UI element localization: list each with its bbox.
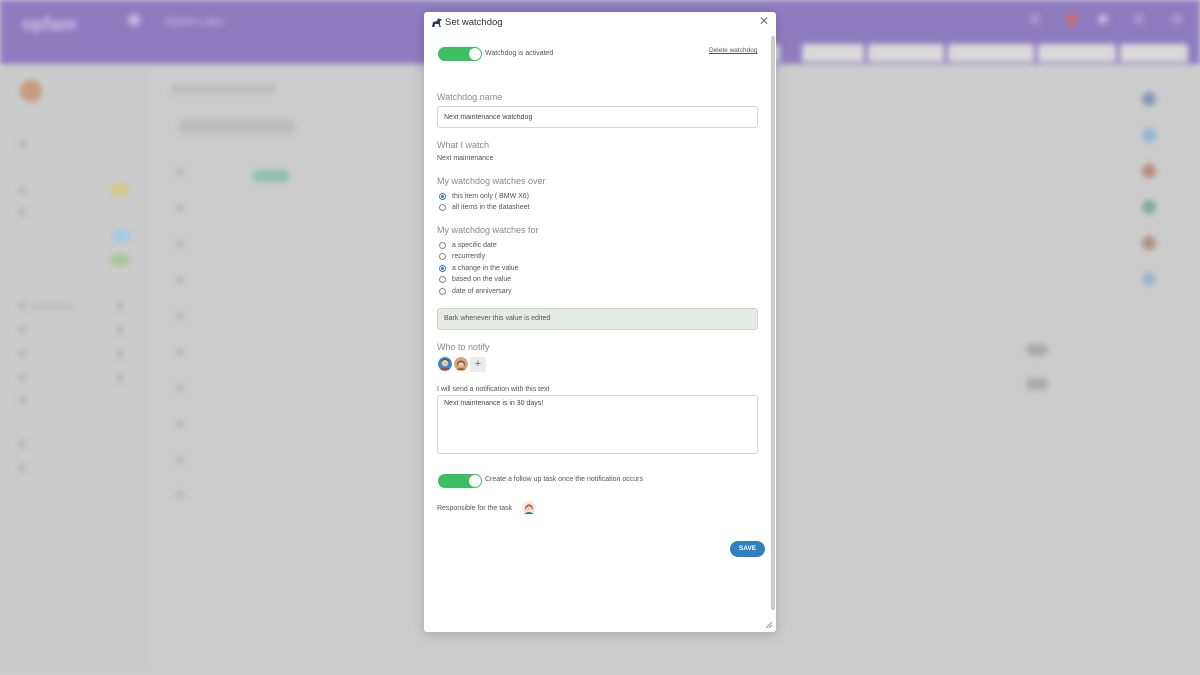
- background-tabs: [720, 44, 1200, 64]
- for-option-specific-date[interactable]: a specific date: [439, 240, 497, 250]
- avatar-image: [522, 501, 536, 515]
- radio-button[interactable]: [439, 287, 446, 295]
- add-recipient-button[interactable]: +: [470, 357, 486, 372]
- name-heading: Watchdog name: [437, 92, 503, 102]
- radio-label: recurrently: [452, 252, 486, 260]
- radio-label: a specific date: [452, 241, 497, 249]
- followup-toggle[interactable]: [438, 474, 482, 488]
- radio-button[interactable]: [439, 241, 446, 249]
- radio-label: a change in the value: [452, 264, 519, 272]
- radio-button[interactable]: [439, 264, 446, 272]
- edit-icon: [1172, 14, 1182, 24]
- watchdog-modal: Set watchdog ✕ Watchdog is activated Del…: [424, 12, 776, 632]
- what-value: Next maintenance: [437, 155, 494, 162]
- avatar[interactable]: [454, 357, 468, 371]
- close-button[interactable]: ✕: [759, 14, 769, 28]
- chat-icon: [1098, 14, 1108, 24]
- modal-title: Set watchdog: [445, 17, 503, 28]
- radio-button[interactable]: [439, 275, 446, 283]
- notification-label: I will send a notification with this tex…: [437, 386, 550, 393]
- avatar[interactable]: [438, 357, 452, 371]
- activated-label: Watchdog is activated: [485, 50, 554, 57]
- info-box: Bark whenever this value is edited: [437, 308, 758, 330]
- radio-label: all items in the datasheet: [452, 203, 530, 211]
- scrollbar-thumb[interactable]: [771, 36, 775, 610]
- for-option-anniversary[interactable]: date of anniversary: [439, 286, 512, 296]
- activated-toggle[interactable]: [438, 47, 482, 61]
- search-icon: [1030, 14, 1040, 24]
- toggle-knob: [469, 48, 481, 60]
- radio-button[interactable]: [439, 252, 446, 260]
- radio-button[interactable]: [439, 203, 446, 211]
- modal-body: Watchdog is activated Delete watchdog Wa…: [424, 36, 770, 632]
- for-option-recurrently[interactable]: recurrently: [439, 251, 485, 261]
- notification-textarea[interactable]: Next maintenance is in 30 days!: [437, 395, 758, 454]
- watchdog-name-input[interactable]: [437, 106, 758, 128]
- responsible-label: Responsible for the task: [437, 505, 513, 512]
- breadcrumb: Option Labs: [164, 16, 224, 28]
- radio-label: date of anniversary: [452, 287, 512, 295]
- avatar-image: [438, 357, 452, 371]
- modal-header: Set watchdog ✕: [424, 12, 776, 36]
- dog-icon: [432, 18, 442, 27]
- for-heading: My watchdog watches for: [437, 225, 539, 235]
- what-heading: What I watch: [437, 140, 490, 150]
- notify-heading: Who to notify: [437, 342, 490, 352]
- radio-label: this item only ( BMW X6): [452, 192, 530, 200]
- save-button[interactable]: SAVE: [730, 541, 765, 557]
- for-option-change-in-value[interactable]: a change in the value: [439, 263, 519, 273]
- delete-watchdog-link[interactable]: Delete watchdog: [709, 47, 757, 54]
- over-heading: My watchdog watches over: [437, 176, 546, 186]
- over-option-all-items[interactable]: all items in the datasheet: [439, 202, 529, 212]
- resize-handle-icon[interactable]: [765, 621, 773, 629]
- radio-button[interactable]: [439, 192, 446, 200]
- toggle-knob: [469, 475, 481, 487]
- for-option-based-on-value[interactable]: based on the value: [439, 274, 511, 284]
- modal-scrollbar[interactable]: [771, 36, 775, 610]
- radio-label: based on the value: [452, 275, 512, 283]
- avatar-image: [454, 357, 468, 371]
- followup-label: Create a follow up task once the notific…: [485, 476, 643, 483]
- app-logo: opfam: [22, 14, 76, 34]
- notification-icon: [1066, 13, 1078, 25]
- settings-icon: [1134, 14, 1144, 24]
- responsible-avatar[interactable]: [522, 501, 536, 515]
- over-option-this-item[interactable]: this item only ( BMW X6): [439, 191, 529, 201]
- menu-icon: [128, 14, 140, 26]
